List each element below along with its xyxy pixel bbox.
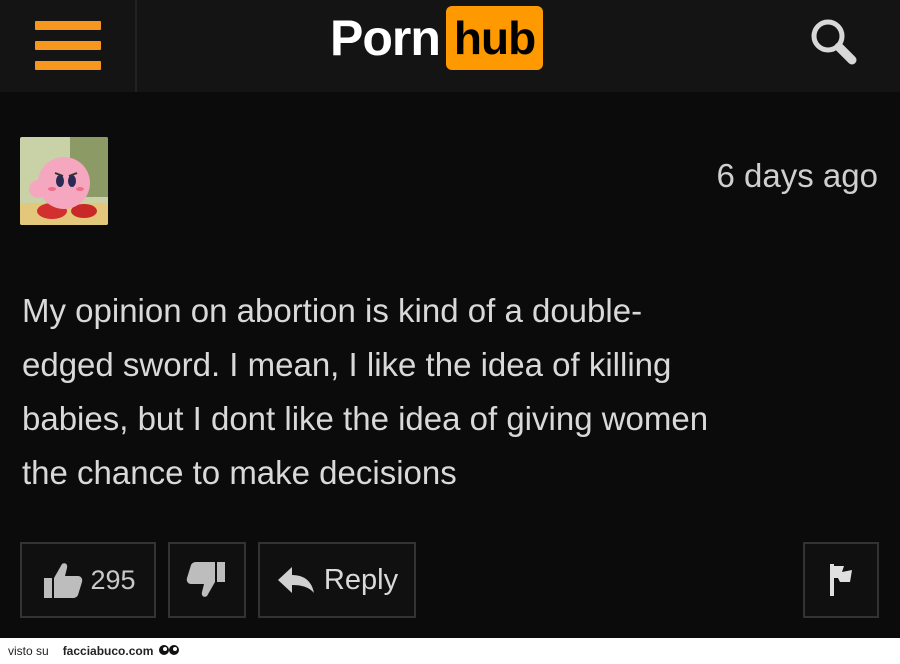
thumbs-down-icon	[186, 562, 225, 597]
menu-button[interactable]	[0, 0, 137, 92]
footer-site-name: facciabuco.com	[62, 644, 154, 658]
comment-line: My opinion on abortion is kind of a doub…	[22, 292, 643, 329]
comment-actions: 295 Reply	[0, 542, 900, 622]
logo-text-part1: Porn	[330, 10, 441, 66]
comment-text: My opinion on abortion is kind of a doub…	[22, 284, 882, 500]
user-avatar[interactable]	[20, 137, 108, 225]
thumbs-up-icon	[44, 563, 83, 598]
eyes-logo-icon	[159, 645, 180, 655]
comment-line: babies, but I dont like the idea of givi…	[22, 400, 709, 437]
comment-line: the chance to make decisions	[22, 454, 457, 491]
reply-button[interactable]: Reply	[258, 542, 416, 618]
kirby-avatar-image	[20, 137, 108, 225]
dislike-button[interactable]	[168, 542, 246, 618]
like-count: 295	[90, 564, 136, 595]
hamburger-menu-icon	[34, 21, 101, 71]
search-icon	[811, 19, 857, 65]
watermark-footer: visto su facciabuco.com	[0, 638, 900, 664]
comment-line: edged sword. I mean, I like the idea of …	[22, 346, 672, 383]
reply-arrow-icon	[277, 567, 314, 593]
flag-icon	[830, 564, 852, 596]
top-navigation-bar: Porn hub	[0, 0, 900, 92]
flag-button[interactable]	[803, 542, 879, 618]
search-button[interactable]	[800, 6, 870, 76]
footer-visto-text: visto su	[8, 644, 49, 658]
reply-label: Reply	[323, 563, 399, 596]
logo-text-part2: hub	[445, 6, 544, 70]
site-logo[interactable]: Porn hub	[330, 6, 544, 70]
like-button[interactable]: 295	[20, 542, 156, 618]
comment-timestamp: 6 days ago	[716, 157, 878, 194]
